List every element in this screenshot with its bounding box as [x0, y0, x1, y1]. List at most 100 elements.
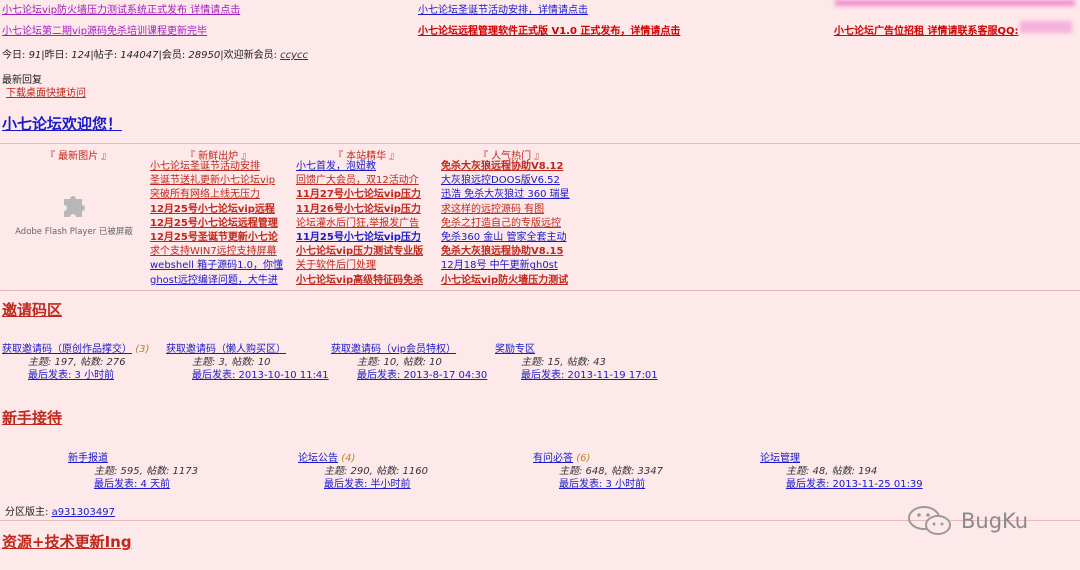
stat-yesterday: 124 — [71, 50, 91, 61]
list-item[interactable]: 免杀大灰狼远程协助V8.12 — [441, 160, 570, 174]
stat-members-label: 会员: — [161, 50, 189, 61]
list-item[interactable]: 大灰狼远控DOOS版V6.52 — [441, 174, 570, 188]
forum-last-post[interactable]: 最后发表: 半小时前 — [298, 478, 428, 491]
stat-posts-label: 帖子: — [93, 50, 121, 61]
list-item[interactable]: 求这样的远控源码 有图 — [441, 203, 570, 217]
list-item[interactable]: 11月26号小七论坛vip压力 — [296, 203, 423, 217]
list-item[interactable]: 12月25号圣诞节更新小七论 — [150, 231, 283, 245]
fresh-list: 小七论坛圣诞节活动安排 圣诞节送礼更新小七论坛vip 突破所有网络上线无压力 1… — [150, 160, 283, 288]
forum-meta: 主题: 10, 帖数: 10 — [357, 357, 442, 368]
stat-posts: 144047 — [120, 50, 159, 61]
section-title-resources[interactable]: 资源+技术更新Ing — [2, 531, 132, 552]
list-item[interactable]: webshell 箱子源码1.0，你懂 — [150, 259, 283, 273]
forum-last-post[interactable]: 最后发表: 3 小时前 — [2, 369, 149, 382]
popular-list: 免杀大灰狼远程协助V8.12 大灰狼远控DOOS版V6.52 迅浩 免杀大灰狼过… — [441, 160, 570, 288]
forum-invite-buy: 获取邀请码（懒人购买区） 主题: 3, 帖数: 10 最后发表: 2013-10… — [166, 343, 329, 382]
forum-management: 论坛管理 主题: 48, 帖数: 194 最后发表: 2013-11-25 01… — [760, 452, 923, 491]
forum-link[interactable]: 有问必答 — [533, 453, 573, 464]
forum-meta: 主题: 648, 帖数: 3347 — [559, 466, 663, 477]
announcement-training[interactable]: 小七论坛第二期vip源码免杀培训课程更新完毕 — [2, 22, 207, 37]
forum-last-post[interactable]: 最后发表: 3 小时前 — [533, 478, 663, 491]
forum-link[interactable]: 奖励专区 — [495, 344, 535, 355]
forum-meta: 主题: 290, 帖数: 1160 — [324, 466, 428, 477]
list-item[interactable]: 免杀大灰狼远程协助V8.15 — [441, 245, 570, 259]
announcement-firewall-test[interactable]: 小七论坛vip防火墙压力测试系统正式发布 详情请点击 — [2, 1, 240, 16]
list-item[interactable]: 小七首发，泡妞教 — [296, 160, 423, 174]
list-item[interactable]: 求个支持WIN7远控支持屏幕 — [150, 245, 283, 259]
download-shortcut-link[interactable]: 下载桌面快捷访问 — [6, 84, 86, 99]
forum-count: (3) — [135, 344, 150, 355]
divider — [0, 143, 1080, 144]
moderator-line: 分区版主: a931303497 — [5, 503, 115, 518]
puzzle-icon — [64, 196, 85, 217]
forum-stats: 今日: 91|昨日: 124|帖子: 144047|会员: 28950|欢迎新会… — [2, 50, 309, 61]
list-item[interactable]: 12月25号小七论坛远程管理 — [150, 217, 283, 231]
wechat-icon — [908, 506, 951, 535]
list-item[interactable]: ghost远控编译问题，大牛进 — [150, 274, 283, 288]
list-item[interactable]: 免杀之打造自己的专版远控 — [441, 217, 570, 231]
stat-today-label: 今日: — [2, 50, 29, 61]
forum-last-post[interactable]: 最后发表: 2013-8-17 04:30 — [331, 369, 487, 382]
forum-meta: 主题: 48, 帖数: 194 — [786, 466, 878, 477]
announcement-christmas[interactable]: 小七论坛圣诞节活动安排，详情请点击 — [418, 1, 588, 16]
forum-last-post[interactable]: 最后发表: 4 天前 — [68, 478, 198, 491]
forum-link[interactable]: 论坛公告 — [298, 453, 338, 464]
forum-meta: 主题: 197, 帖数: 276 — [28, 357, 126, 368]
forum-link[interactable]: 获取邀请码（原创作品撑交） — [2, 344, 132, 355]
list-item[interactable]: 11月27号小七论坛vip压力 — [296, 188, 423, 202]
moderator-label: 分区版主: — [5, 507, 52, 518]
flash-label: Adobe Flash Player 已被屏蔽 — [15, 227, 133, 237]
section-title-newbie[interactable]: 新手接待 — [2, 407, 62, 428]
flash-placeholder: Adobe Flash Player 已被屏蔽 — [8, 190, 140, 246]
forum-link[interactable]: 新手报道 — [68, 453, 108, 464]
section-title-invite[interactable]: 邀请码区 — [2, 299, 62, 320]
list-item[interactable]: 免杀360 金山 管家全套主动 — [441, 231, 570, 245]
forum-meta: 主题: 3, 帖数: 10 — [192, 357, 271, 368]
stat-welcome-label: 欢迎新会员: — [223, 50, 281, 61]
forum-last-post[interactable]: 最后发表: 2013-11-25 01:39 — [760, 478, 923, 491]
list-item[interactable]: 小七论坛vip防火墙压力测试 — [441, 274, 570, 288]
list-item[interactable]: 11月25号小七论坛vip压力 — [296, 231, 423, 245]
welcome-title[interactable]: 小七论坛欢迎您！ — [2, 113, 122, 134]
moderator-link[interactable]: a931303497 — [52, 507, 115, 518]
new-member-link[interactable]: ccycc — [280, 50, 308, 61]
forum-qa: 有问必答 (6) 主题: 648, 帖数: 3347 最后发表: 3 小时前 — [533, 452, 663, 491]
forum-meta: 主题: 15, 帖数: 43 — [521, 357, 606, 368]
forum-invite-original: 获取邀请码（原创作品撑交） (3) 主题: 197, 帖数: 276 最后发表:… — [2, 343, 149, 382]
list-item[interactable]: 小七论坛圣诞节活动安排 — [150, 160, 283, 174]
forum-invite-vip: 获取邀请码（vip会员特权） 主题: 10, 帖数: 10 最后发表: 2013… — [331, 343, 487, 382]
forum-announcement: 论坛公告 (4) 主题: 290, 帖数: 1160 最后发表: 半小时前 — [298, 452, 428, 491]
blurred-qq — [1020, 21, 1072, 33]
list-item[interactable]: 12月18号 中午更新gh0st — [441, 259, 570, 273]
forum-newbie-report: 新手报道 主题: 595, 帖数: 1173 最后发表: 4 天前 — [68, 452, 198, 491]
announcement-remote-v1[interactable]: 小七论坛远程管理软件正式版 V1.0 正式发布，详情请点击 — [418, 22, 680, 37]
forum-last-post[interactable]: 最后发表: 2013-11-19 17:01 — [495, 369, 658, 382]
stat-yesterday-label: 昨日: — [44, 50, 72, 61]
list-item[interactable]: 关于软件后门处理 — [296, 259, 423, 273]
announcement-ad-space[interactable]: 小七论坛广告位招租 详情请联系客服QQ: — [834, 22, 1018, 37]
stat-today: 91 — [28, 50, 42, 61]
list-item[interactable]: 迅浩 免杀大灰狼过 360 瑞星 — [441, 188, 570, 202]
watermark: BugKu — [905, 504, 1028, 538]
stat-members: 28950 — [188, 50, 221, 61]
essence-list: 小七首发，泡妞教 回馈广大会员，双12活动介 11月27号小七论坛vip压力 1… — [296, 160, 423, 288]
forum-link[interactable]: 论坛管理 — [760, 453, 800, 464]
list-item[interactable]: 论坛灌水后门狂,举报发广告 — [296, 217, 423, 231]
list-item[interactable]: 回馈广大会员，双12活动介 — [296, 174, 423, 188]
forum-link[interactable]: 获取邀请码（懒人购买区） — [166, 344, 286, 355]
forum-meta: 主题: 595, 帖数: 1173 — [94, 466, 198, 477]
forum-last-post[interactable]: 最后发表: 2013-10-10 11:41 — [166, 369, 329, 382]
blurred-announcement — [835, 0, 1075, 6]
forum-count: (6) — [576, 453, 591, 464]
divider — [0, 290, 1080, 291]
list-item[interactable]: 圣诞节送礼更新小七论坛vip — [150, 174, 283, 188]
list-item[interactable]: 突破所有网络上线无压力 — [150, 188, 283, 202]
col-head-pictures: 『 最新图片 』 — [45, 151, 112, 162]
forum-count: (4) — [341, 453, 356, 464]
list-item[interactable]: 小七论坛vip压力测试专业版 — [296, 245, 423, 259]
forum-link[interactable]: 获取邀请码（vip会员特权） — [331, 344, 456, 355]
watermark-text: BugKu — [961, 509, 1029, 533]
list-item[interactable]: 12月25号小七论坛vip远程 — [150, 203, 283, 217]
forum-reward: 奖励专区 主题: 15, 帖数: 43 最后发表: 2013-11-19 17:… — [495, 343, 658, 382]
list-item[interactable]: 小七论坛vip高级特征码免杀 — [296, 274, 423, 288]
